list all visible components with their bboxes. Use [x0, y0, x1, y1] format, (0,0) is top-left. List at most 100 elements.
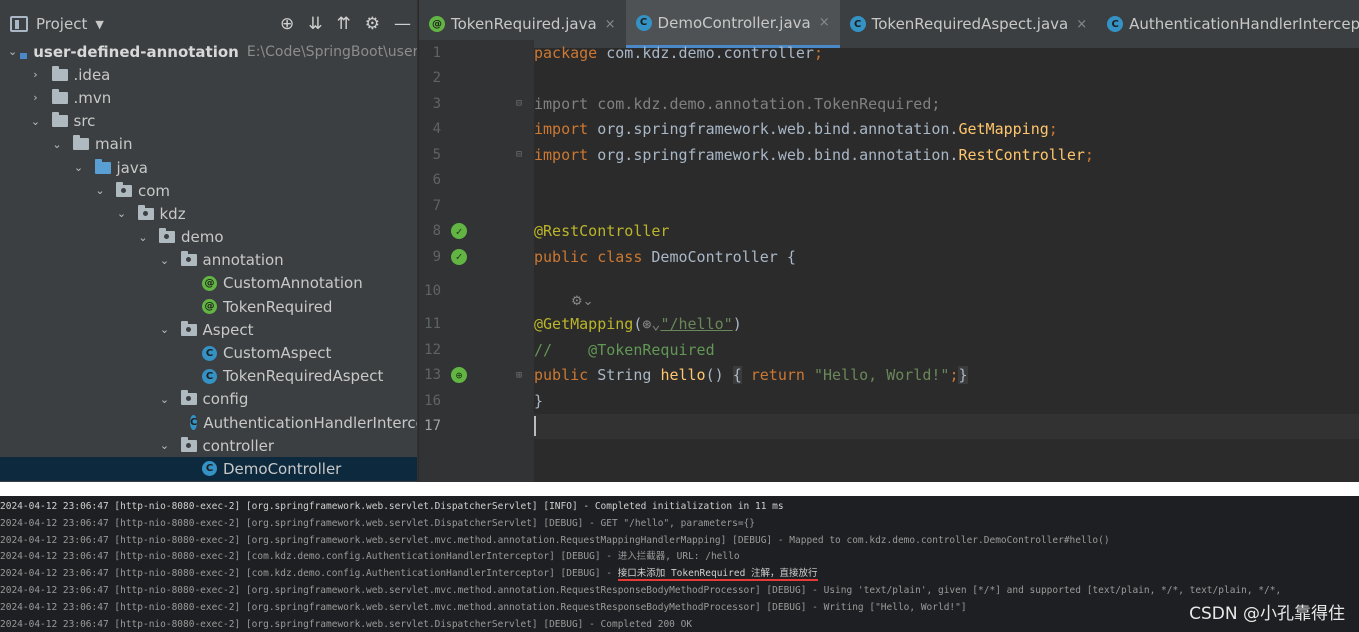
gear-icon[interactable]: ⚙	[365, 14, 380, 34]
tree-item-authenticationhandlerintercep[interactable]: C AuthenticationHandlerIntercep	[0, 411, 417, 434]
inlay-hint-icon[interactable]: ⚙⌄	[571, 294, 594, 309]
annotation: @GetMapping	[534, 315, 634, 334]
log-line: 2024-04-12 23:06:47 [http-nio-8080-exec-…	[0, 566, 1359, 583]
tree-item-java[interactable]: ⌄ java	[0, 156, 417, 179]
tree-item-label: com	[138, 181, 171, 200]
close-icon[interactable]: ×	[1076, 17, 1087, 32]
tab-label: AuthenticationHandlerInterceptor.java	[1129, 15, 1359, 33]
folder-icon	[51, 88, 68, 104]
chevron-down-icon[interactable]: ⌄	[116, 207, 128, 220]
class-icon: C	[202, 461, 217, 477]
url-link[interactable]: "/hello"	[660, 315, 732, 333]
code-text: )	[732, 315, 742, 334]
tree-item-label: TokenRequired	[223, 297, 333, 316]
tree-item-com[interactable]: ⌄ com	[0, 179, 417, 202]
code-line: import com.kdz.demo.annotation.TokenRequ…	[534, 91, 1359, 117]
package-icon	[180, 251, 197, 267]
tree-item-annotation[interactable]: ⌄ annotation	[0, 249, 417, 272]
tree-item-mvn[interactable]: › .mvn	[0, 86, 417, 109]
source-folder-icon	[94, 158, 111, 174]
code-line: public class DemoController {	[534, 244, 1359, 270]
tree-item-tokenrequiredaspect[interactable]: C TokenRequiredAspect	[0, 365, 417, 388]
chevron-down-icon[interactable]: ⌄	[159, 323, 171, 336]
chevron-down-icon[interactable]: ▼	[95, 18, 103, 31]
tree-item-kdz[interactable]: ⌄ kdz	[0, 202, 417, 225]
tree-item-config[interactable]: ⌄ config	[0, 388, 417, 411]
fold-icon[interactable]: ⊞	[516, 370, 522, 381]
tree-item-label: .mvn	[73, 88, 112, 107]
chevron-right-icon[interactable]: ›	[30, 68, 42, 81]
tree-item-customaspect[interactable]: C CustomAspect	[0, 341, 417, 364]
tree-item-label: TokenRequiredAspect	[223, 367, 384, 386]
code-text: DemoController {	[642, 247, 796, 266]
code-text: ;	[1048, 120, 1058, 139]
code-area[interactable]: package com.kdz.demo.controller; import …	[534, 40, 1359, 482]
globe-icon[interactable]: ⊛⌄	[642, 315, 660, 333]
minimize-icon[interactable]: —	[394, 14, 411, 34]
folder-icon	[51, 112, 68, 128]
collapse-all-icon[interactable]: ⇈	[337, 14, 351, 34]
chevron-down-icon[interactable]: ⌄	[159, 254, 171, 267]
code-line: import org.springframework.web.bind.anno…	[534, 117, 1359, 143]
fold-icon[interactable]: ⊟	[516, 98, 522, 109]
project-icon	[10, 16, 28, 32]
watermark: CSDN @小孔靠得住	[1189, 604, 1345, 624]
panel-divider	[0, 482, 1359, 496]
fold-icon[interactable]: ⊟	[516, 149, 522, 160]
line-number: 11	[424, 316, 441, 333]
highlighted-log-message: 接口未添加 TokenRequired 注解，直接放行	[617, 568, 818, 582]
console-output[interactable]: 2024-04-12 23:06:47 [http-nio-8080-exec-…	[0, 496, 1359, 632]
code-text: String	[588, 366, 661, 385]
tree-item-idea[interactable]: › .idea	[0, 63, 417, 86]
tree-item-customannotation[interactable]: @ CustomAnnotation	[0, 272, 417, 295]
tree-item-democontroller[interactable]: C DemoController	[0, 457, 417, 481]
chevron-down-icon[interactable]: ⌄	[159, 439, 171, 452]
tree-item-label: AuthenticationHandlerIntercep	[203, 413, 418, 432]
chevron-down-icon[interactable]: ⌄	[137, 231, 149, 244]
tree-item-label: user-defined-annotation	[33, 42, 239, 61]
chevron-down-icon[interactable]: ⌄	[73, 161, 85, 174]
close-icon[interactable]: ×	[819, 15, 830, 30]
endpoint-icon[interactable]: ⊕	[451, 367, 467, 384]
folder-icon	[51, 65, 68, 81]
tree-item-demo[interactable]: ⌄ demo	[0, 226, 417, 249]
project-panel: Project ▼ ⊕ ⇊ ⇈ ⚙ — ⌄ user-defined-annota…	[0, 0, 418, 482]
tab-label: TokenRequiredAspect.java	[871, 15, 1069, 33]
chevron-down-icon[interactable]: ⌄	[30, 115, 42, 128]
chevron-down-icon[interactable]: ⌄	[94, 184, 106, 197]
chevron-down-icon[interactable]: ⌄	[159, 393, 171, 406]
package-icon	[180, 320, 197, 336]
code-text: }	[534, 391, 544, 410]
expand-all-icon[interactable]: ⇊	[308, 14, 322, 34]
tree-item-src[interactable]: ⌄ src	[0, 110, 417, 133]
log-line: 2024-04-12 23:06:47 [http-nio-8080-exec-…	[0, 601, 967, 613]
close-icon[interactable]: ×	[605, 17, 616, 32]
tree-item-label: java	[116, 158, 148, 177]
tree-item-aspect[interactable]: ⌄ Aspect	[0, 318, 417, 341]
project-title[interactable]: Project	[36, 15, 87, 33]
keyword: public	[534, 366, 589, 385]
class-icon: C	[635, 14, 652, 31]
code-line: @RestController	[534, 219, 1359, 245]
code-text: com.kdz.demo.annotation.TokenRequired;	[588, 94, 941, 113]
tree-item-user-defined-annotation[interactable]: ⌄ user-defined-annotation E:\Code\SpringBo…	[0, 40, 417, 63]
line-number: 8	[432, 223, 441, 240]
spring-bean-icon[interactable]: ✓	[451, 223, 467, 240]
line-number: 5	[432, 146, 441, 163]
code-line: @GetMapping(⊛⌄ "/hello")	[534, 312, 1359, 338]
tree-item-controller[interactable]: ⌄ controller	[0, 434, 417, 457]
spring-bean-icon[interactable]: ✓	[451, 248, 467, 265]
chevron-down-icon[interactable]: ⌄	[8, 45, 17, 58]
gutter-line: 8 ✓	[419, 219, 534, 245]
tree-item-main[interactable]: ⌄ main	[0, 133, 417, 156]
method-name: hello	[660, 366, 706, 385]
chevron-right-icon[interactable]: ›	[30, 91, 42, 104]
locate-icon[interactable]: ⊕	[280, 14, 294, 34]
tab-label: TokenRequired.java	[451, 15, 597, 33]
gutter-line: 11	[419, 312, 534, 338]
tree-item-tokenrequired[interactable]: @ TokenRequired	[0, 295, 417, 318]
code-line: }	[534, 388, 1359, 414]
chevron-down-icon[interactable]: ⌄	[51, 138, 63, 151]
